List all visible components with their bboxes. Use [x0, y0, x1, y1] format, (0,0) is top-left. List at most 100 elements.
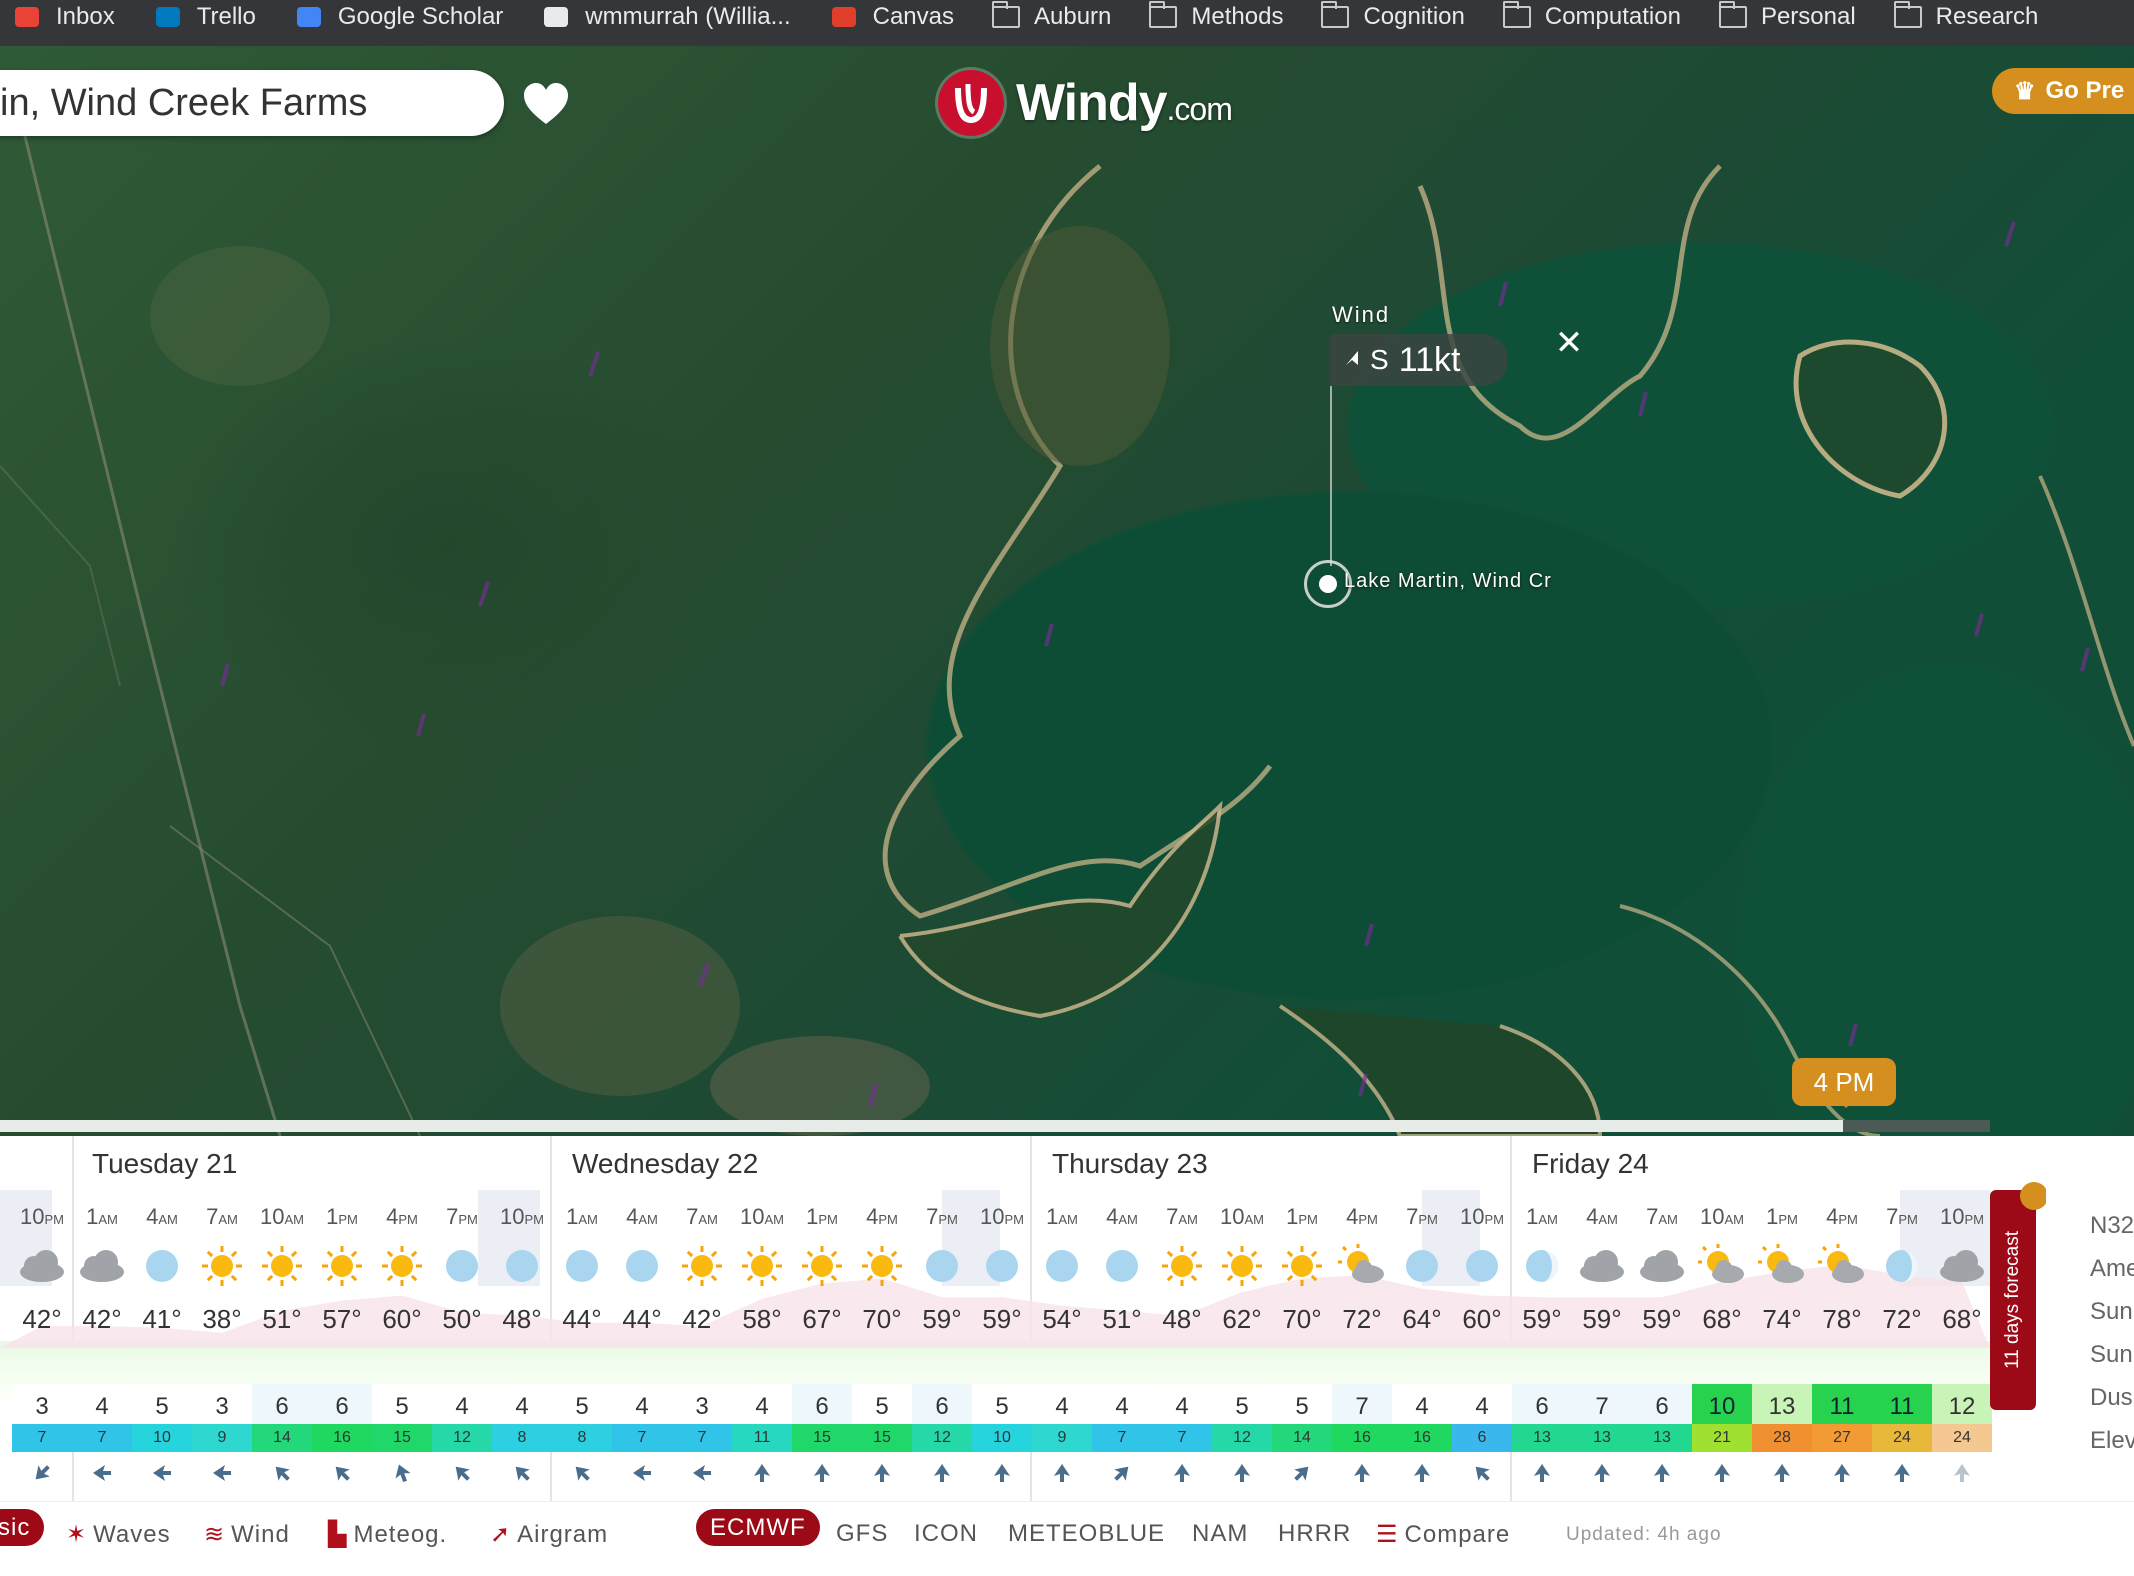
hour-label: 4PM	[852, 1204, 912, 1230]
folder-icon	[1893, 1, 1922, 28]
sun-icon	[852, 1244, 912, 1288]
sun-icon	[1152, 1244, 1212, 1288]
sun-cloud-icon	[1332, 1244, 1392, 1288]
wind-direction-arrow-icon	[132, 1456, 192, 1492]
temperature-value: 42°	[22, 1304, 62, 1334]
hour-label: 1PM	[1272, 1204, 1332, 1230]
wind-speed-value: 12	[1212, 1424, 1272, 1452]
wind-direction-arrow-icon	[252, 1456, 312, 1492]
github-icon	[541, 4, 571, 30]
model-gfs-button[interactable]: GFS	[836, 1520, 888, 1548]
bookmark-label: Google Scholar	[337, 3, 504, 30]
bookmark-8[interactable]: Computation	[1502, 1, 1681, 31]
bookmark-3[interactable]: wmmurrah (Willia...	[541, 3, 791, 31]
heart-icon[interactable]	[522, 82, 570, 126]
day-title: Thursday 23	[1052, 1148, 1208, 1179]
hour-ampm: PM	[1964, 1212, 1984, 1227]
wind-speed-value: 21	[1692, 1424, 1752, 1452]
hour-ampm: PM	[44, 1212, 64, 1227]
wind-button[interactable]: ≋ Wind	[204, 1520, 290, 1549]
wind-direction-arrow-icon	[372, 1456, 432, 1492]
bookmark-0[interactable]: Inbox	[12, 3, 115, 31]
temperature-value: 62°	[1222, 1304, 1262, 1334]
hour-ampm: PM	[1004, 1212, 1024, 1227]
model-ecmwf-label: ECMWF	[696, 1509, 820, 1546]
popup-pointer-line	[1330, 386, 1332, 566]
hour-value: 7	[926, 1204, 939, 1229]
windy-logo-icon	[938, 70, 1004, 136]
folder-icon	[1149, 1, 1178, 28]
airgram-label: Airgram	[517, 1521, 609, 1548]
temperature-value: 70°	[862, 1304, 902, 1334]
hour-label: 7PM	[1392, 1204, 1452, 1230]
bookmark-label: Trello	[196, 3, 256, 30]
model-hrrr-button[interactable]: HRRR	[1278, 1520, 1351, 1548]
hour-ampm: PM	[938, 1212, 958, 1227]
satellite-map[interactable]	[0, 46, 2134, 1136]
hour-label: 10AM	[1212, 1204, 1272, 1230]
compare-button[interactable]: ☰ Compare	[1376, 1520, 1510, 1549]
hour-value: 10	[1460, 1204, 1485, 1229]
timeline-bar[interactable]	[0, 1120, 1990, 1132]
temperature-value: 44°	[562, 1304, 602, 1334]
airgram-button[interactable]: ➚ Airgram	[490, 1520, 608, 1549]
model-nam-button[interactable]: NAM	[1192, 1520, 1248, 1548]
model-ecmwf-button[interactable]: ECMWF	[696, 1509, 820, 1546]
temperature-value: 74°	[1762, 1304, 1802, 1334]
bookmark-10[interactable]: Research	[1893, 1, 2038, 31]
bookmark-9[interactable]: Personal	[1718, 1, 1856, 31]
bookmark-6[interactable]: Methods	[1149, 1, 1283, 31]
bookmark-5[interactable]: Auburn	[992, 1, 1111, 31]
wind-direction-arrow-icon	[192, 1456, 252, 1492]
hour-label: 4AM	[612, 1204, 672, 1230]
bookmark-7[interactable]: Cognition	[1321, 1, 1465, 31]
waves-button[interactable]: ✶ Waves	[66, 1520, 171, 1549]
wind-direction-arrow-icon	[1272, 1456, 1332, 1492]
hour-ampm: AM	[1058, 1212, 1078, 1227]
bookmark-2[interactable]: Google Scholar	[294, 3, 503, 31]
wind-direction-arrow-icon	[432, 1456, 492, 1492]
windy-logo[interactable]: Windy.com	[938, 70, 1233, 136]
sun-cloud-icon	[1752, 1244, 1812, 1288]
bookmark-1[interactable]: Trello	[153, 3, 256, 31]
day-title: Friday 24	[1532, 1148, 1649, 1179]
hour-label: 1PM	[1752, 1204, 1812, 1230]
basic-button[interactable]: sic	[0, 1509, 45, 1546]
wind-speed-value: 15	[372, 1424, 432, 1452]
hour-ampm: PM	[1898, 1212, 1918, 1227]
model-meteoblue-button[interactable]: METEOBLUE	[1008, 1520, 1165, 1548]
model-icon-button[interactable]: ICON	[914, 1520, 978, 1548]
hour-value: 10	[980, 1204, 1005, 1229]
hour-label: 10AM	[1692, 1204, 1752, 1230]
sun-icon	[252, 1244, 312, 1288]
wind-direction-arrow-icon	[1332, 1456, 1392, 1492]
forecast-panel: Tuesday 21 Wednesday 22 Thursday 23 Friday …	[0, 1136, 2134, 1501]
meteogram-button[interactable]: ▙ Meteog.	[328, 1520, 447, 1549]
timeline-current-time[interactable]: 4 PM	[1792, 1058, 1896, 1108]
hour-ampm: PM	[1358, 1212, 1378, 1227]
hour-label: 4PM	[1332, 1204, 1392, 1230]
hour-ampm: AM	[284, 1212, 304, 1227]
moon-icon	[612, 1244, 672, 1288]
wind-direction-arrow-icon	[852, 1456, 912, 1492]
close-icon[interactable]: ✕	[1552, 326, 1586, 360]
hour-label: 4AM	[1572, 1204, 1632, 1230]
temperature-value: 70°	[1282, 1304, 1322, 1334]
airgram-icon: ➚	[490, 1521, 512, 1548]
bookmark-4[interactable]: Canvas	[829, 3, 954, 31]
hour-value: 1	[806, 1204, 819, 1229]
wind-speed-value: 28	[1752, 1424, 1812, 1452]
go-premium-button[interactable]: ♛ Go Pre	[1992, 68, 2134, 114]
wind-direction-arrow-icon	[1092, 1456, 1152, 1492]
temperature-value: 59°	[982, 1304, 1022, 1334]
wind-speed-value: 14	[1272, 1424, 1332, 1452]
wind-speed-value: 24	[1872, 1424, 1932, 1452]
temperature-value: 48°	[1162, 1304, 1202, 1334]
crown-icon	[2020, 1182, 2048, 1210]
location-search-input[interactable]: in, Wind Creek Farms	[0, 70, 504, 136]
temperature-value: 54°	[1042, 1304, 1082, 1334]
temperature-value: 58°	[742, 1304, 782, 1334]
compare-label: Compare	[1404, 1521, 1511, 1548]
wind-speed-value: 7	[1092, 1424, 1152, 1452]
hour-value: 4	[1346, 1204, 1359, 1229]
